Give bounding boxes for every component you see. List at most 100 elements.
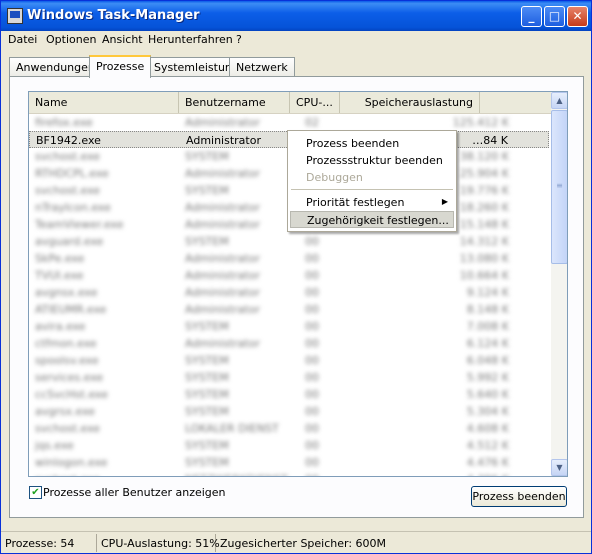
process-memory: 6.124 K: [466, 337, 509, 350]
tab-prozesse[interactable]: Prozesse: [89, 55, 152, 78]
table-row[interactable]: firefox.exe Administrator 02 125.412 K: [29, 114, 549, 131]
table-row[interactable]: winlogon.exe SYSTEM 00 4.476 K: [29, 454, 549, 471]
process-memory: 125.412 K: [452, 116, 509, 129]
show-all-users-checkbox[interactable]: ✔: [29, 486, 42, 499]
process-memory: 14.312 K: [459, 235, 509, 248]
menu-ansicht[interactable]: Ansicht: [102, 33, 143, 46]
process-user: SYSTEM: [185, 150, 229, 163]
process-name: avira.exe: [35, 320, 86, 333]
title-bar[interactable]: Windows Task-Manager _ □ ✕: [1, 1, 591, 31]
end-process-button[interactable]: Prozess beenden: [471, 486, 567, 507]
process-cpu: 00: [305, 388, 319, 401]
process-memory: 7.008 K: [466, 320, 509, 333]
maximize-button[interactable]: □: [544, 6, 565, 27]
process-user: Administrator: [185, 167, 260, 180]
table-row[interactable]: TVUI.exe Administrator 00 10.664 K: [29, 267, 549, 284]
process-user: Administrator: [185, 303, 260, 316]
column-cpu[interactable]: CPU-...: [290, 92, 340, 113]
ctx-end-process-tree[interactable]: Prozessstruktur beenden: [290, 152, 454, 169]
process-user: SYSTEM: [185, 184, 229, 197]
column-memory[interactable]: Speicherauslastung: [340, 92, 480, 113]
process-user: SYSTEM: [185, 456, 229, 469]
process-name: firefox.exe: [35, 116, 93, 129]
process-name: avgnsx.exe: [35, 286, 98, 299]
process-memory: 5.992 K: [466, 371, 509, 384]
process-user: Administrator: [185, 116, 260, 129]
process-name: jqs.exe: [35, 439, 74, 452]
scroll-thumb[interactable]: ≡: [551, 110, 567, 264]
context-menu: Prozess beenden Prozessstruktur beenden …: [287, 130, 457, 232]
process-memory: 19.776 K: [459, 184, 509, 197]
menu-optionen[interactable]: Optionen: [46, 33, 96, 46]
process-cpu: 00: [305, 286, 319, 299]
table-row[interactable]: jqs.exe SYSTEM 00 4.512 K: [29, 437, 549, 454]
process-cpu: 00: [305, 269, 319, 282]
process-cpu: 00: [305, 422, 319, 435]
process-cpu: 00: [305, 354, 319, 367]
process-memory: 38.120 K: [459, 150, 509, 163]
tab-netzwerk[interactable]: Netzwerk: [229, 57, 295, 77]
menu-bar: Datei Optionen Ansicht Herunterfahren ?: [1, 31, 591, 50]
process-cpu: 00: [305, 439, 319, 452]
table-row[interactable]: svchost.exe NETZWERKDIENST 00 4.396 K: [29, 471, 549, 476]
process-cpu: 00: [305, 303, 319, 316]
show-all-users-label[interactable]: Prozesse aller Benutzer anzeigen: [43, 486, 226, 499]
table-row[interactable]: services.exe SYSTEM 00 5.992 K: [29, 369, 549, 386]
vertical-scrollbar[interactable]: ▲ ≡ ▼: [551, 92, 567, 476]
table-row[interactable]: avgnsx.exe Administrator 00 9.124 K: [29, 284, 549, 301]
process-cpu: 02: [305, 116, 319, 129]
ctx-set-priority-label: Priorität festlegen: [306, 196, 405, 209]
process-name: svchost.exe: [35, 473, 100, 476]
menu-help[interactable]: ?: [236, 33, 242, 46]
column-name[interactable]: Name: [29, 92, 179, 113]
process-name: ATIEUMR.exe: [35, 303, 107, 316]
status-bar: Prozesse: 54 CPU-Auslastung: 51% Zugesic…: [1, 531, 591, 553]
process-user: SYSTEM: [185, 405, 229, 418]
process-memory: 6.048 K: [466, 354, 509, 367]
scroll-up-icon[interactable]: ▲: [551, 92, 567, 109]
process-memory: 25.904 K: [459, 167, 509, 180]
table-row[interactable]: ccSvcHst.exe SYSTEM 00 5.640 K: [29, 386, 549, 403]
process-user: SYSTEM: [185, 320, 229, 333]
process-memory: 8.148 K: [466, 303, 509, 316]
process-name: TeamViewer.exe: [35, 218, 124, 231]
process-user: Administrator: [185, 252, 260, 265]
status-process-count: Prozesse: 54: [1, 534, 97, 552]
close-button[interactable]: ✕: [567, 6, 588, 27]
menu-datei[interactable]: Datei: [8, 33, 37, 46]
process-memory: …84 K: [472, 134, 508, 147]
tab-anwendungen[interactable]: Anwendungen: [9, 57, 102, 77]
process-name: BF1942.exe: [36, 134, 101, 147]
process-memory: 13.080 K: [459, 252, 509, 265]
process-memory: 4.396 K: [467, 473, 509, 476]
table-row[interactable]: avgrsx.exe SYSTEM 00 5.304 K: [29, 403, 549, 420]
process-user: SYSTEM: [185, 439, 229, 452]
process-user: SYSTEM: [185, 388, 229, 401]
process-user: LOKALER DIENST: [185, 422, 279, 435]
process-memory: 15.148 K: [459, 218, 509, 231]
ctx-set-priority[interactable]: Priorität festlegen ▶: [290, 194, 454, 211]
process-cpu: 00: [305, 235, 319, 248]
scroll-down-icon[interactable]: ▼: [551, 459, 567, 476]
table-row[interactable]: avira.exe SYSTEM 00 7.008 K: [29, 318, 549, 335]
ctx-set-affinity[interactable]: Zugehörigkeit festlegen...: [290, 211, 454, 228]
table-row[interactable]: avguard.exe SYSTEM 00 14.312 K: [29, 233, 549, 250]
process-user: Administrator: [185, 269, 260, 282]
process-cpu: 00: [305, 337, 319, 350]
table-row[interactable]: ATIEUMR.exe Administrator 00 8.148 K: [29, 301, 549, 318]
window-title: Windows Task-Manager: [27, 8, 200, 23]
table-row[interactable]: svchost.exe LOKALER DIENST 00 4.608 K: [29, 420, 549, 437]
process-name: avguard.exe: [35, 235, 104, 248]
process-user: SYSTEM: [185, 354, 229, 367]
process-user: Administrator: [186, 134, 261, 147]
menu-herunterfahren[interactable]: Herunterfahren: [148, 33, 233, 46]
process-user: Administrator: [185, 218, 260, 231]
column-user[interactable]: Benutzername: [179, 92, 290, 113]
task-manager-window: Windows Task-Manager _ □ ✕ Datei Optione…: [0, 0, 592, 554]
table-row[interactable]: spoolsv.exe SYSTEM 00 6.048 K: [29, 352, 549, 369]
ctx-end-process[interactable]: Prozess beenden: [290, 135, 454, 152]
minimize-button[interactable]: _: [521, 6, 542, 27]
table-row[interactable]: ctfmon.exe Administrator 00 6.124 K: [29, 335, 549, 352]
process-name: svchost.exe: [35, 184, 101, 197]
table-row[interactable]: SkPe.exe Administrator 00 13.080 K: [29, 250, 549, 267]
